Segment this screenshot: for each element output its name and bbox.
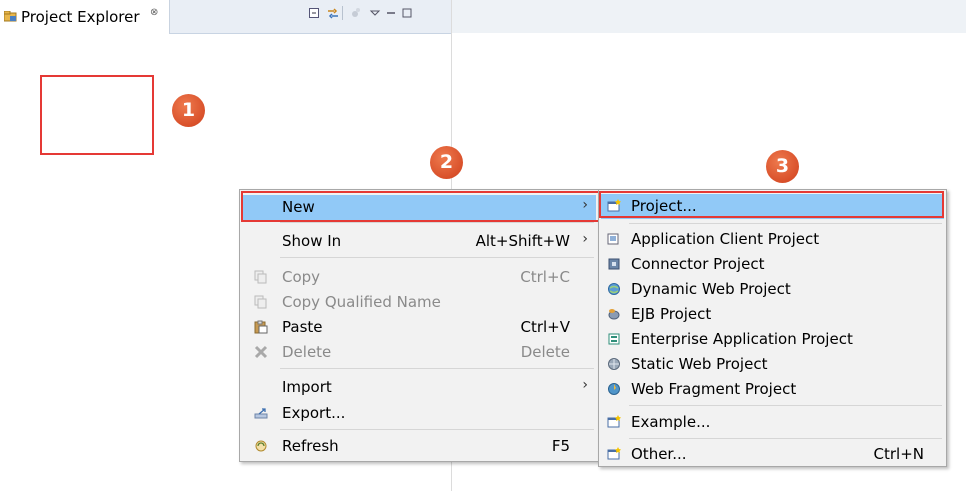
submenu-item-example[interactable]: Example... (601, 410, 944, 435)
example-icon (607, 415, 621, 428)
link-with-editor-icon[interactable] (326, 6, 340, 20)
menu-item-label: Copy (282, 268, 321, 286)
minimize-icon[interactable] (384, 6, 398, 20)
chevron-right-icon: › (582, 231, 588, 247)
export-icon (254, 408, 268, 419)
ejb-project-icon (608, 309, 620, 320)
menu-item-shortcut: F5 (551, 437, 570, 455)
menu-item-label: Dynamic Web Project (631, 280, 791, 298)
menu-separator (629, 405, 942, 406)
menu-item-refresh[interactable]: Refresh F5 (242, 434, 596, 459)
menu-item-paste[interactable]: Paste Ctrl+V (242, 315, 596, 340)
menu-item-show-in[interactable]: Show In Alt+Shift+W › (242, 229, 596, 254)
menu-item-shortcut: Delete (520, 343, 570, 361)
submenu-item-ejb-project[interactable]: EJB Project (601, 302, 944, 327)
menu-separator (629, 223, 942, 224)
editor-area-header (452, 0, 966, 33)
empty-area-highlight (40, 75, 154, 155)
new-item-highlight (241, 191, 600, 222)
submenu-item-enterprise-application-project[interactable]: Enterprise Application Project (601, 327, 944, 352)
submenu-item-other[interactable]: Other... Ctrl+N (601, 442, 944, 467)
tab-title: Project Explorer (21, 8, 140, 26)
menu-item-label: Example... (631, 413, 711, 431)
delete-icon (254, 345, 268, 359)
view-menu-icon[interactable] (368, 6, 382, 20)
menu-item-label: Copy Qualified Name (282, 293, 441, 311)
menu-item-label: Refresh (282, 437, 339, 455)
menu-separator (280, 429, 594, 430)
menu-item-label: Show In (282, 232, 342, 250)
step-badge-3: 3 (766, 150, 799, 183)
menu-item-delete[interactable]: Delete Delete (242, 340, 596, 365)
new-submenu: Project... Application Client Project Co… (598, 189, 947, 467)
project-explorer-icon (4, 11, 17, 22)
web-fragment-project-icon (608, 383, 620, 395)
menu-item-export[interactable]: Export... (242, 401, 596, 426)
menu-item-shortcut: Alt+Shift+W (475, 232, 570, 250)
refresh-icon (255, 440, 267, 452)
menu-item-copy-qualified-name[interactable]: Copy Qualified Name (242, 290, 596, 315)
close-icon[interactable]: ⊗ (150, 7, 158, 18)
menu-item-copy[interactable]: Copy Ctrl+C (242, 265, 596, 290)
step-badge-1: 1 (172, 94, 205, 127)
submenu-item-connector-project[interactable]: Connector Project (601, 252, 944, 277)
menu-item-import[interactable]: Import › (242, 375, 596, 400)
static-web-project-icon (608, 358, 620, 370)
menu-separator (280, 368, 594, 369)
menu-item-label: Application Client Project (631, 230, 820, 248)
other-wizard-icon (607, 447, 621, 460)
menu-item-label: Static Web Project (631, 355, 768, 373)
app-client-project-icon (607, 233, 619, 245)
view-tab-bar: Project Explorer ⊗ (0, 0, 451, 34)
menu-item-shortcut: Ctrl+C (520, 268, 570, 286)
menu-item-label: Export... (282, 404, 346, 422)
toolbar-separator (342, 6, 343, 20)
collapse-all-icon[interactable] (308, 6, 322, 20)
menu-item-label: Paste (282, 318, 323, 336)
menu-item-shortcut: Ctrl+N (873, 445, 924, 463)
menu-item-label: EJB Project (631, 305, 712, 323)
copy-icon (254, 270, 267, 284)
submenu-item-dynamic-web-project[interactable]: Dynamic Web Project (601, 277, 944, 302)
focus-icon[interactable] (348, 6, 362, 20)
menu-item-label: Web Fragment Project (631, 380, 797, 398)
submenu-item-application-client-project[interactable]: Application Client Project (601, 227, 944, 252)
menu-item-label: Enterprise Application Project (631, 330, 853, 348)
tab-project-explorer[interactable]: Project Explorer ⊗ (0, 0, 170, 34)
menu-item-label: Import (282, 378, 332, 396)
dynamic-web-project-icon (608, 283, 620, 295)
menu-separator (280, 257, 594, 258)
menu-separator (629, 438, 942, 439)
project-item-highlight (599, 191, 944, 218)
menu-item-shortcut: Ctrl+V (520, 318, 570, 336)
connector-project-icon (608, 258, 620, 270)
chevron-right-icon: › (582, 377, 588, 393)
copy-qualified-icon (254, 295, 267, 309)
menu-item-label: Connector Project (631, 255, 765, 273)
menu-item-label: Other... (631, 445, 687, 463)
context-menu: New › Show In Alt+Shift+W › Copy Ctrl+C … (239, 189, 599, 462)
step-badge-2: 2 (430, 146, 463, 179)
menu-separator (280, 222, 594, 223)
submenu-item-static-web-project[interactable]: Static Web Project (601, 352, 944, 377)
submenu-item-web-fragment-project[interactable]: Web Fragment Project (601, 377, 944, 402)
enterprise-app-project-icon (608, 333, 620, 345)
maximize-icon[interactable] (400, 6, 414, 20)
paste-icon (254, 320, 268, 334)
menu-item-label: Delete (282, 343, 332, 361)
